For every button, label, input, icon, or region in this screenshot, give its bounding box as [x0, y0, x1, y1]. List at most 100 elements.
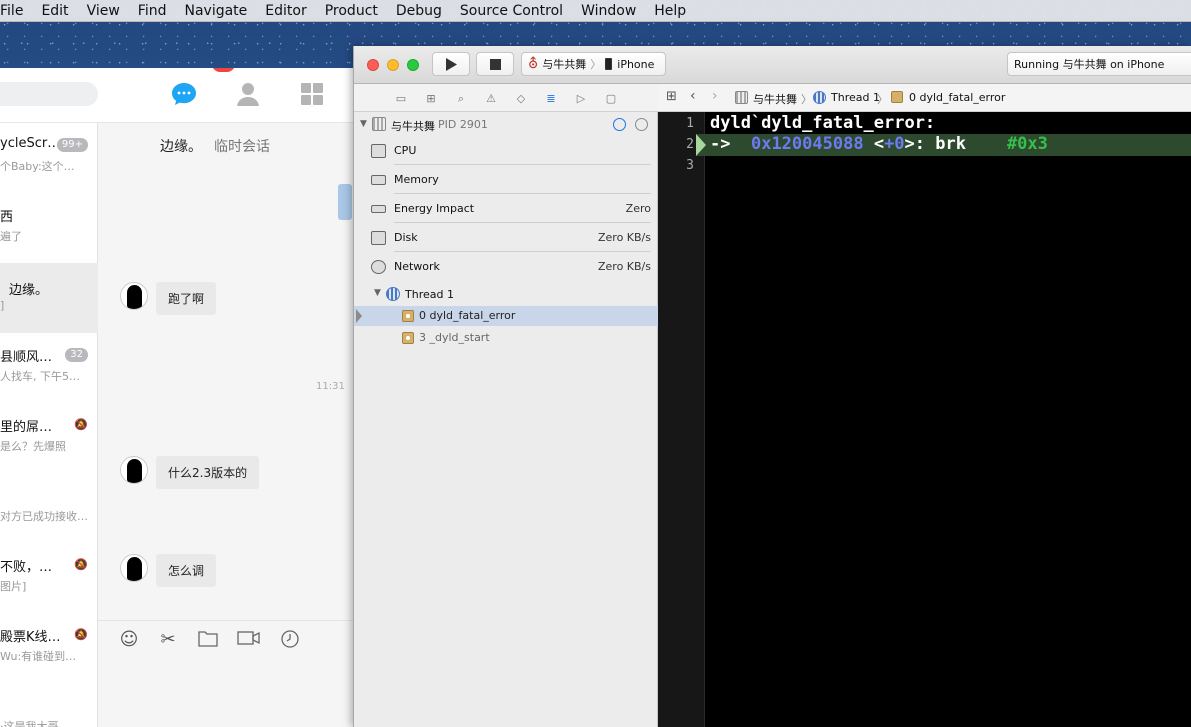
contacts-icon[interactable]: [234, 80, 262, 108]
play-icon: [446, 57, 457, 71]
stop-icon: [489, 58, 501, 70]
forward-chevron-icon[interactable]: ›: [712, 88, 718, 104]
emoji-icon[interactable]: ☺: [118, 629, 140, 651]
code-line-1: dyld`dyld_fatal_error:: [710, 113, 936, 133]
menu-navigate[interactable]: Navigate: [175, 0, 256, 22]
conversation-list: ycleScr… 个Baby:这个… 99+ 西 遍了 边缘。 ] 县顺风… 人…: [0, 123, 98, 727]
conversation-item[interactable]: ycleScr… 个Baby:这个… 99+: [0, 128, 98, 198]
cpu-icon: [371, 144, 386, 158]
navigator-tab-bar: ▭ ⊞ ⌕ ⚠ ◇ ≣ ▷ ▢: [354, 84, 658, 112]
menu-source-control[interactable]: Source Control: [451, 0, 572, 22]
issue-navigator-icon[interactable]: ⚠: [484, 92, 498, 105]
thread-row[interactable]: ▼ Thread 1: [354, 284, 658, 304]
stop-button[interactable]: [476, 52, 514, 76]
scheme-name: 与牛共舞: [542, 58, 587, 71]
jump-bar: ⊞ ‹ › 与牛共舞 〉 Thread 1 〉 0 dyld_fatal_err…: [658, 84, 1191, 112]
test-navigator-icon[interactable]: ◇: [514, 92, 528, 105]
app-process-icon: [372, 117, 386, 131]
conversation-item-active[interactable]: 边缘。 ]: [0, 263, 98, 333]
unread-badge: 77: [212, 68, 235, 72]
mute-bell-icon: 🔕: [74, 558, 88, 571]
disclosure-triangle-icon[interactable]: ▼: [374, 288, 381, 298]
zoom-window-button[interactable]: [407, 59, 419, 71]
conversation-item[interactable]: 殿票K线… Wu:有谁碰到… 🔕: [0, 618, 98, 688]
cpu-gauge-row[interactable]: CPU: [354, 136, 658, 165]
message-composer[interactable]: ☺ ✂: [98, 620, 360, 727]
menu-debug[interactable]: Debug: [387, 0, 451, 22]
current-frame-marker-icon: [356, 309, 362, 323]
folder-navigator-icon[interactable]: ▭: [394, 92, 408, 105]
video-call-icon[interactable]: [237, 629, 260, 651]
conversation-item[interactable]: 对方已成功接收…: [0, 478, 98, 548]
menu-editor[interactable]: Editor: [256, 0, 315, 22]
close-window-button[interactable]: [367, 59, 379, 71]
jump-bar-app[interactable]: 与牛共舞: [753, 91, 797, 107]
debug-navigator: ▼ 与牛共舞 PID 2901 CPU Memory Energy Impact…: [354, 112, 658, 727]
network-gauge-row[interactable]: Network Zero KB/s: [354, 252, 658, 281]
mute-bell-icon: 🔕: [74, 418, 88, 431]
jump-bar-thread[interactable]: Thread 1: [831, 91, 880, 104]
related-items-icon[interactable]: ⊞: [666, 89, 677, 104]
device-name: iPhone: [617, 57, 655, 71]
report-navigator-icon[interactable]: ▢: [604, 92, 618, 105]
menu-file[interactable]: File: [0, 0, 32, 22]
debug-gauge-icon[interactable]: [613, 118, 626, 131]
conversation-item[interactable]: 县顺风… 人找车, 下午5… 32: [0, 338, 98, 408]
disk-gauge-row[interactable]: Disk Zero KB/s: [354, 223, 658, 252]
frame-icon: [402, 332, 414, 344]
avatar[interactable]: [120, 554, 148, 582]
energy-icon: [371, 205, 386, 213]
xcode-toolbar: ⛢ 与牛共舞 〉 iPhone Running 与牛共舞 on iPhone: [354, 46, 1191, 84]
chat-header: 边缘。 临时会话: [160, 136, 270, 156]
disclosure-triangle-icon[interactable]: ▼: [360, 119, 367, 129]
minimize-window-button[interactable]: [387, 59, 399, 71]
memory-gauge-row[interactable]: Memory: [354, 165, 658, 194]
temporary-session-tag: 临时会话: [214, 139, 270, 155]
memory-icon: [371, 175, 386, 185]
energy-gauge-row[interactable]: Energy Impact Zero: [354, 194, 658, 223]
message-row: 跑了啊: [120, 282, 217, 315]
apps-grid-icon[interactable]: [298, 80, 326, 108]
menu-product[interactable]: Product: [316, 0, 387, 22]
conversation-item[interactable]: 不败，… 图片] 🔕: [0, 548, 98, 618]
avatar[interactable]: [120, 282, 148, 310]
message-bubble: 怎么调: [156, 554, 217, 587]
iphone-device-icon: [605, 58, 613, 70]
conversation-item[interactable]: ·这是我大哥: [0, 688, 98, 727]
disassembly-editor[interactable]: 1 2 3 dyld`dyld_fatal_error: -> 0x120045…: [658, 112, 1191, 727]
jump-bar-frame[interactable]: 0 dyld_fatal_error: [909, 91, 1005, 104]
message-row: 怎么调: [120, 554, 217, 587]
find-navigator-icon[interactable]: ⌕: [454, 92, 468, 105]
stack-frame-row[interactable]: 3 _dyld_start: [354, 328, 658, 348]
outgoing-bubble-edge: [338, 184, 352, 220]
breakpoint-navigator-icon[interactable]: ▷: [574, 92, 588, 105]
run-button[interactable]: [432, 52, 470, 76]
scheme-selector[interactable]: ⛢ 与牛共舞 〉 iPhone: [521, 52, 666, 76]
message-bubble: 跑了啊: [156, 282, 217, 315]
menu-edit[interactable]: Edit: [32, 0, 77, 22]
line-number-gutter: 1 2 3: [658, 112, 705, 727]
app-scheme-icon: [735, 91, 748, 104]
search-input[interactable]: [0, 82, 98, 106]
stack-frame-row-selected[interactable]: 0 dyld_fatal_error: [354, 306, 658, 326]
avatar[interactable]: [120, 456, 148, 484]
messages-icon[interactable]: [170, 80, 198, 108]
conversation-item[interactable]: 里的屌… 是么？先爆照 🔕: [0, 408, 98, 478]
back-chevron-icon[interactable]: ‹: [690, 88, 696, 104]
thread-filter-icon[interactable]: [635, 118, 648, 131]
menu-window[interactable]: Window: [572, 0, 645, 22]
network-globe-icon: [371, 260, 386, 274]
menu-find[interactable]: Find: [129, 0, 176, 22]
source-control-navigator-icon[interactable]: ⊞: [424, 92, 438, 105]
thread-icon: [813, 91, 826, 104]
process-row[interactable]: ▼ 与牛共舞 PID 2901: [354, 112, 658, 136]
history-clock-icon[interactable]: [279, 629, 301, 651]
program-counter-arrow-icon[interactable]: [696, 134, 706, 156]
debug-navigator-icon[interactable]: ≣: [544, 92, 558, 105]
conversation-item[interactable]: 西 遍了: [0, 198, 98, 268]
menu-help[interactable]: Help: [645, 0, 695, 22]
scissors-icon[interactable]: ✂: [157, 629, 179, 651]
unread-count-badge: 32: [65, 348, 88, 362]
folder-icon[interactable]: [197, 629, 219, 651]
menu-view[interactable]: View: [78, 0, 129, 22]
